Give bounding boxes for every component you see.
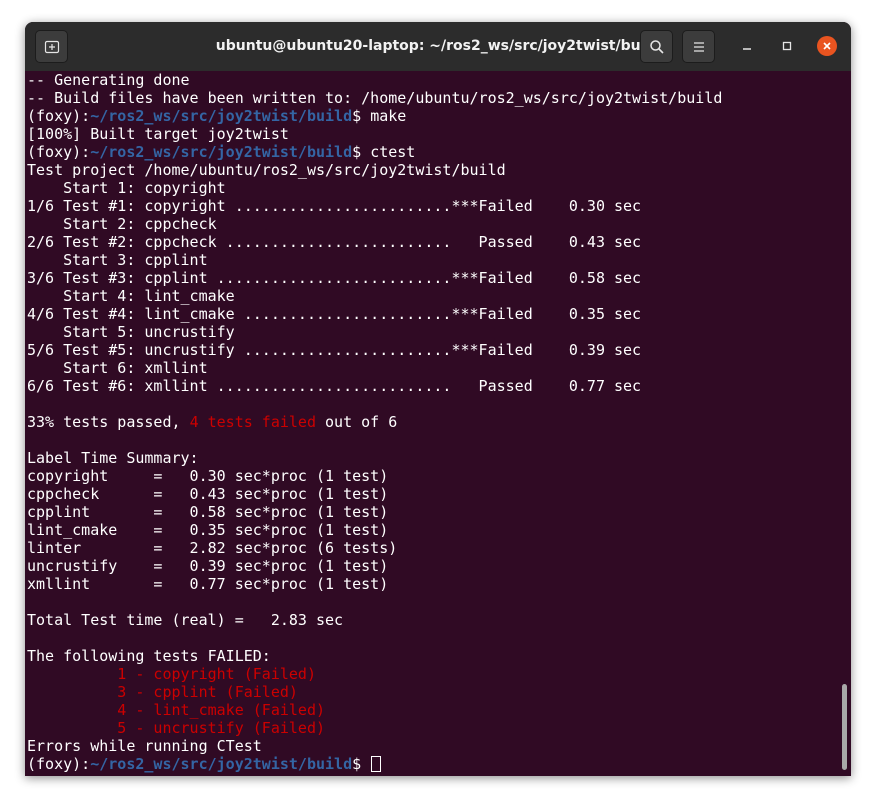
failed-test-line: 1 - copyright (Failed) — [27, 665, 316, 683]
prompt-env: (foxy): — [27, 143, 91, 161]
output-line: Start 4: lint_cmake — [27, 287, 235, 305]
output-line: Start 6: xmllint — [27, 359, 208, 377]
output-line: cppcheck = 0.43 sec*proc (1 test) — [27, 485, 389, 503]
window-title: ubuntu@ubuntu20-laptop: ~/ros2_ws/src/jo… — [215, 38, 661, 54]
output-line: 6/6 Test #6: xmllint ...................… — [27, 377, 642, 395]
prompt-line: (foxy):~/ros2_ws/src/joy2twist/build$ ma… — [27, 107, 837, 125]
terminal-window: ubuntu@ubuntu20-laptop: ~/ros2_ws/src/jo… — [25, 22, 851, 776]
maximize-button[interactable] — [775, 34, 799, 58]
scrollbar[interactable] — [842, 684, 847, 770]
output-line: Start 3: cpplint — [27, 251, 208, 269]
maximize-icon — [782, 41, 792, 51]
terminal-output[interactable]: -- Generating done -- Build files have b… — [27, 71, 837, 776]
output-line: [100%] Built target joy2twist — [27, 125, 289, 143]
close-button[interactable] — [817, 36, 837, 56]
output-line: Errors while running CTest — [27, 737, 262, 755]
output-line: copyright = 0.30 sec*proc (1 test) — [27, 467, 389, 485]
title-bar[interactable]: ubuntu@ubuntu20-laptop: ~/ros2_ws/src/jo… — [25, 22, 851, 71]
output-line: 5/6 Test #5: uncrustify ................… — [27, 341, 642, 359]
prompt-line[interactable]: (foxy):~/ros2_ws/src/joy2twist/build$ — [27, 755, 837, 773]
output-line: uncrustify = 0.39 sec*proc (1 test) — [27, 557, 389, 575]
output-line: 2/6 Test #2: cppcheck ..................… — [27, 233, 642, 251]
summary-passed: 33% tests passed, — [27, 413, 190, 431]
summary-failed: 4 tests failed — [189, 413, 316, 431]
summary-line: 33% tests passed, 4 tests failed out of … — [27, 413, 837, 431]
hamburger-menu-icon — [693, 41, 704, 52]
output-line: Start 2: cppcheck — [27, 215, 217, 233]
prompt-symbol: $ — [352, 107, 371, 125]
prompt-path: ~/ros2_ws/src/joy2twist/build — [90, 107, 353, 125]
search-button[interactable] — [640, 30, 673, 63]
minimize-icon — [743, 48, 751, 50]
prompt-symbol: $ — [352, 143, 371, 161]
command-text: make — [370, 107, 407, 125]
prompt-path: ~/ros2_ws/src/joy2twist/build — [90, 755, 353, 773]
command-text: ctest — [370, 143, 416, 161]
output-line: Start 5: uncrustify — [27, 323, 235, 341]
failed-test-line: 5 - uncrustify (Failed) — [27, 719, 326, 737]
summary-total: out of 6 — [316, 413, 398, 431]
prompt-env: (foxy): — [27, 107, 91, 125]
text-cursor — [371, 756, 382, 772]
prompt-line: (foxy):~/ros2_ws/src/joy2twist/build$ ct… — [27, 143, 837, 161]
failed-test-line: 4 - lint_cmake (Failed) — [27, 701, 326, 719]
output-line: -- Generating done — [27, 71, 190, 89]
output-line: Total Test time (real) = 2.83 sec — [27, 611, 344, 629]
output-line: 3/6 Test #3: cpplint ...................… — [27, 269, 642, 287]
output-line: Label Time Summary: — [27, 449, 199, 467]
menu-button[interactable] — [682, 30, 715, 63]
output-line: xmllint = 0.77 sec*proc (1 test) — [27, 575, 389, 593]
output-line: Start 1: copyright — [27, 179, 226, 197]
prompt-symbol: $ — [352, 755, 371, 773]
output-line: cpplint = 0.58 sec*proc (1 test) — [27, 503, 389, 521]
prompt-path: ~/ros2_ws/src/joy2twist/build — [90, 143, 353, 161]
output-line: -- Build files have been written to: /ho… — [27, 89, 723, 107]
output-line: 4/6 Test #4: lint_cmake ................… — [27, 305, 642, 323]
output-line: Test project /home/ubuntu/ros2_ws/src/jo… — [27, 161, 506, 179]
search-icon — [649, 39, 664, 54]
output-line: The following tests FAILED: — [27, 647, 271, 665]
output-line: 1/6 Test #1: copyright .................… — [27, 197, 642, 215]
prompt-env: (foxy): — [27, 755, 91, 773]
close-icon — [823, 42, 831, 50]
minimize-button[interactable] — [735, 34, 759, 58]
output-line: lint_cmake = 0.35 sec*proc (1 test) — [27, 521, 389, 539]
failed-test-line: 3 - cpplint (Failed) — [27, 683, 298, 701]
output-line: linter = 2.82 sec*proc (6 tests) — [27, 539, 398, 557]
